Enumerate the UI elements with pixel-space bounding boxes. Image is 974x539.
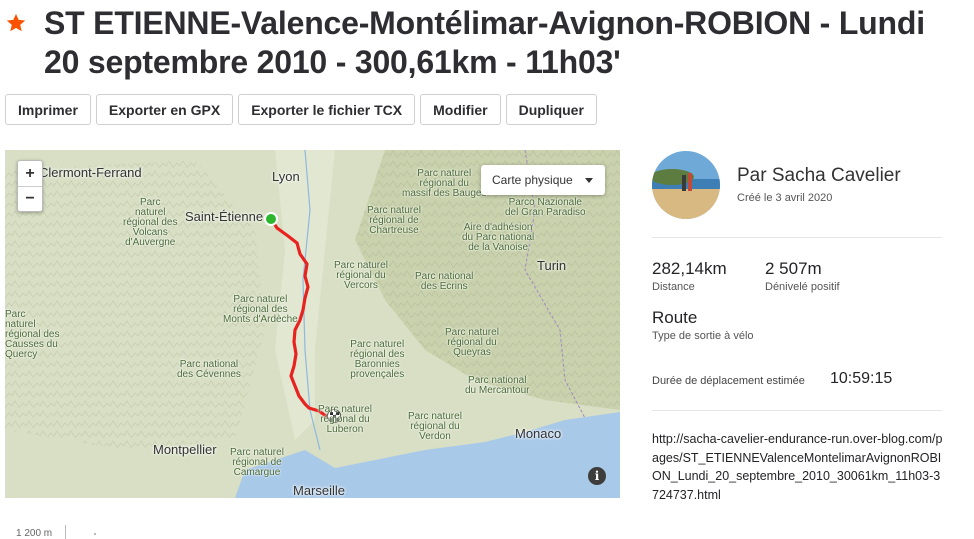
duration-label: Durée de déplacement estimée xyxy=(652,375,805,387)
route-type-value: Route xyxy=(652,308,698,327)
divider xyxy=(652,237,942,238)
city-label-lyon: Lyon xyxy=(272,169,300,184)
distance-label: Distance xyxy=(652,281,695,293)
duration-value: 10:59:15 xyxy=(830,370,893,387)
edit-button[interactable]: Modifier xyxy=(420,94,501,125)
info-icon[interactable]: i xyxy=(588,467,606,485)
route-title: ST ETIENNE-Valence-Montélimar-Avignon-RO… xyxy=(44,5,925,80)
park-label-verdon: Parc naturel régional du Verdon xyxy=(408,411,462,442)
park-label-bauges: Parc naturel régional du massif des Baug… xyxy=(402,168,487,199)
city-label-clermont: Clermont-Ferrand xyxy=(39,165,142,180)
export-tcx-button[interactable]: Exporter le fichier TCX xyxy=(238,94,416,125)
map-type-label: Carte physique xyxy=(492,173,573,187)
elevation-value: 2 507m xyxy=(765,259,822,278)
created-date: Créé le 3 avril 2020 xyxy=(737,192,833,204)
distance-value: 282,14km xyxy=(652,259,727,278)
avatar-photo xyxy=(652,151,720,219)
park-label-chartreuse: Parc naturel régional de Chartreuse xyxy=(367,205,421,236)
city-label-turin: Turin xyxy=(537,258,567,273)
park-label-volcans: Parc naturel régional des Volcans d'Auve… xyxy=(123,197,178,248)
elevation-axis-line xyxy=(65,525,66,539)
park-label-ecrins: Parc national des Ecrins xyxy=(415,271,474,292)
route-type-label: Type de sortie à vélo xyxy=(652,330,754,342)
map-type-dropdown[interactable]: Carte physique xyxy=(481,165,605,195)
city-label-montpellier: Montpellier xyxy=(153,442,217,457)
elevation-axis-tick: 1 200 m xyxy=(16,528,53,539)
city-label-monaco: Monaco xyxy=(515,426,562,441)
action-toolbar: Imprimer Exporter en GPX Exporter le fic… xyxy=(5,94,597,125)
zoom-in-button[interactable]: + xyxy=(18,161,42,186)
city-label-saint-etienne: Saint-Étienne xyxy=(185,209,264,224)
divider xyxy=(652,410,942,411)
park-label-camargue: Parc naturel régional de Camargue xyxy=(230,447,284,478)
favorite-star-icon[interactable] xyxy=(5,12,27,34)
park-label-causses: Parc naturel régional des Causses du Que… xyxy=(5,309,60,360)
route-description: http://sacha-cavelier-endurance-run.over… xyxy=(652,432,943,502)
park-label-queyras: Parc naturel régional du Queyras xyxy=(445,327,499,358)
avatar[interactable] xyxy=(652,151,720,219)
export-gpx-button[interactable]: Exporter en GPX xyxy=(95,94,234,125)
park-label-baronnies: Parc naturel régional des Baronnies prov… xyxy=(350,339,405,380)
chevron-down-icon xyxy=(585,178,593,183)
duplicate-button[interactable]: Dupliquer xyxy=(505,94,597,125)
park-label-vercors: Parc naturel régional du Vercors xyxy=(334,260,388,291)
park-label-vanoise: Aire d'adhésion du Parc national de la V… xyxy=(462,222,535,253)
park-label-luberon: Parc naturel régional du Luberon xyxy=(318,404,372,435)
author-name[interactable]: Par Sacha Cavelier xyxy=(737,165,901,187)
city-label-marseille: Marseille xyxy=(293,483,346,498)
park-label-gran-paradiso: Parco Nazionale del Gran Paradiso xyxy=(505,197,586,218)
elevation-label: Dénivelé positif xyxy=(765,281,840,293)
print-button[interactable]: Imprimer xyxy=(5,94,91,125)
elevation-axis-tick-mark xyxy=(94,533,96,535)
park-label-ardeche: Parc naturel régional des Monts d'Ardèch… xyxy=(223,294,298,325)
zoom-out-button[interactable]: − xyxy=(18,186,42,211)
park-label-mercantour: Parc national du Mercantour xyxy=(465,375,530,396)
zoom-control: + − xyxy=(17,160,43,212)
route-map[interactable]: Clermont-Ferrand Lyon Saint-Étienne Turi… xyxy=(5,150,620,498)
park-label-cevennes: Parc national des Cévennes xyxy=(177,359,241,380)
